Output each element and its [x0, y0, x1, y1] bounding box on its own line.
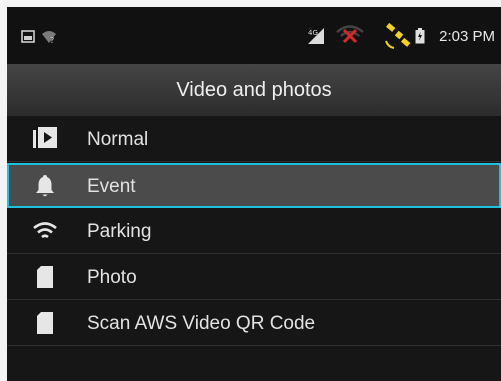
page-title: Video and photos [176, 79, 332, 101]
menu-item-normal[interactable]: Normal [7, 116, 501, 162]
svg-text:4G: 4G [308, 29, 318, 37]
no-gps-icon [336, 25, 364, 44]
menu-item-scan-aws-qr[interactable]: Scan AWS Video QR Code [7, 300, 501, 346]
play-video-icon [33, 127, 57, 148]
menu-item-label: Normal [87, 129, 149, 150]
menu-item-label: Parking [87, 221, 152, 242]
title-bar: Video and photos [7, 64, 501, 116]
bell-icon [36, 175, 54, 197]
signal-4g-icon: 4G [308, 28, 324, 44]
menu-item-photo[interactable]: Photo [7, 254, 501, 300]
screenshot-icon [21, 30, 35, 43]
status-time: 2:03 PM [439, 28, 495, 45]
status-bar: ? 4G 2:03 PM [7, 7, 501, 64]
menu-list: Normal Event Parking Photo Scan AWS Vide… [7, 116, 501, 346]
menu-item-label: Event [87, 176, 136, 197]
sd-card-icon [37, 312, 53, 334]
menu-item-label: Scan AWS Video QR Code [87, 313, 316, 334]
device-screen: ? 4G 2:03 PM Video and photos Normal Eve… [7, 7, 501, 381]
satellite-icon [385, 22, 411, 49]
menu-item-label: Photo [87, 267, 137, 288]
wifi-icon [33, 222, 57, 239]
wifi-no-internet-icon: ? [42, 31, 56, 44]
sd-card-icon [37, 266, 53, 288]
battery-icon [415, 28, 425, 44]
menu-item-event[interactable]: Event [7, 163, 501, 208]
menu-item-parking[interactable]: Parking [7, 208, 501, 254]
svg-text:?: ? [50, 36, 54, 44]
